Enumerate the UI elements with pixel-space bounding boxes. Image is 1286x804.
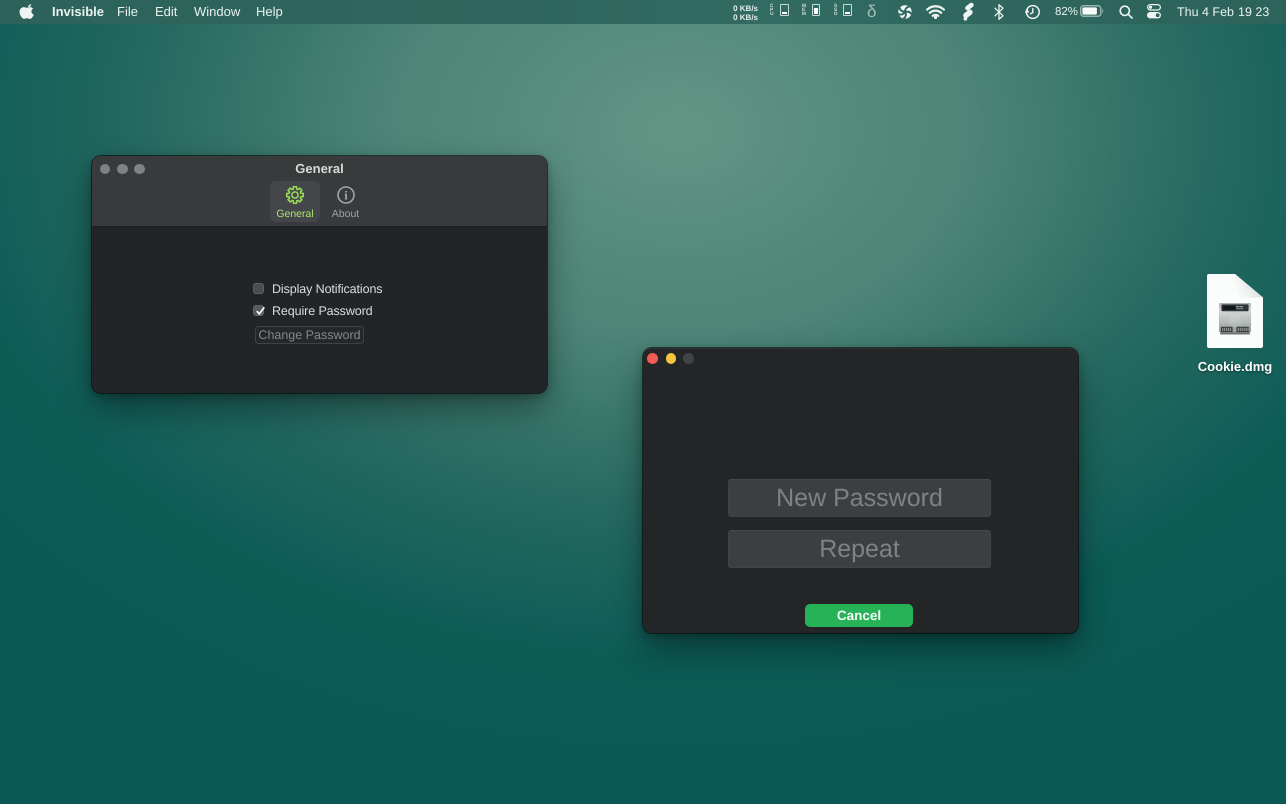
svg-text:i: i [344, 189, 348, 203]
